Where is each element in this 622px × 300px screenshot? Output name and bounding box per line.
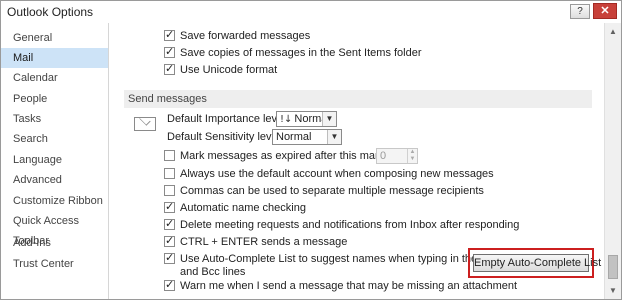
- sidebar-item-general[interactable]: General: [1, 28, 108, 48]
- sensitivity-label: Default Sensitivity level:: [167, 131, 284, 143]
- priority-icon: !↓: [280, 114, 293, 125]
- checkbox[interactable]: [164, 278, 175, 292]
- ctrl-enter-sends-option[interactable]: CTRL + ENTER sends a message: [164, 234, 348, 251]
- mail-options-panel: Save forwarded messages Save copies of m…: [114, 23, 604, 299]
- sensitivity-value: Normal: [276, 131, 312, 143]
- scrollbar-thumb[interactable]: [608, 255, 618, 279]
- help-button[interactable]: ?: [570, 4, 590, 19]
- option-label: CTRL + ENTER sends a message: [180, 236, 348, 248]
- delete-meeting-requests-option[interactable]: Delete meeting requests and notification…: [164, 217, 520, 234]
- outlook-options-window: Outlook Options ? ✕ General Mail Calenda…: [0, 0, 622, 300]
- scroll-down-icon[interactable]: ▼: [605, 282, 621, 299]
- sidebar-item-search[interactable]: Search: [1, 129, 108, 149]
- expire-days-spinner[interactable]: 0 ▲ ▼: [376, 148, 418, 164]
- checkbox[interactable]: [164, 28, 175, 42]
- scroll-up-icon[interactable]: ▲: [605, 23, 621, 40]
- option-label: Commas can be used to separate multiple …: [180, 185, 484, 197]
- checkbox[interactable]: [164, 185, 175, 196]
- save-sent-copies-option[interactable]: Save copies of messages in the Sent Item…: [164, 45, 422, 62]
- spinner-arrows-icon[interactable]: ▲ ▼: [407, 149, 417, 163]
- option-label: Use Auto-Complete List to suggest names …: [180, 253, 515, 265]
- default-account-option[interactable]: Always use the default account when comp…: [164, 167, 494, 183]
- sidebar-item-tasks[interactable]: Tasks: [1, 109, 108, 129]
- option-label: Automatic name checking: [180, 202, 306, 214]
- save-forwarded-option[interactable]: Save forwarded messages: [164, 28, 311, 45]
- empty-auto-complete-list-button[interactable]: Empty Auto-Complete List: [473, 254, 601, 272]
- importance-label: Default Importance level:: [167, 113, 289, 125]
- sidebar-item-people[interactable]: People: [1, 89, 108, 109]
- checkbox[interactable]: [164, 168, 175, 179]
- automatic-name-checking-option[interactable]: Automatic name checking: [164, 200, 306, 217]
- title-bar: Outlook Options ? ✕: [1, 1, 621, 23]
- sidebar-item-trust-center[interactable]: Trust Center: [1, 254, 108, 274]
- checkbox[interactable]: [164, 234, 175, 248]
- sidebar-item-customize-ribbon[interactable]: Customize Ribbon: [1, 191, 108, 211]
- close-button[interactable]: ✕: [593, 3, 617, 19]
- vertical-scrollbar[interactable]: ▲ ▼: [604, 23, 621, 299]
- window-title: Outlook Options: [7, 5, 94, 19]
- checkbox[interactable]: [164, 200, 175, 214]
- chevron-down-icon[interactable]: ▼: [327, 130, 341, 144]
- option-label: Delete meeting requests and notification…: [180, 219, 520, 231]
- option-label: Always use the default account when comp…: [180, 168, 494, 180]
- checkbox[interactable]: [164, 251, 175, 265]
- send-messages-header: Send messages: [124, 90, 592, 108]
- option-label: Warn me when I send a message that may b…: [180, 280, 518, 292]
- expire-days-value: 0: [380, 150, 387, 162]
- sensitivity-select[interactable]: Normal ▼: [272, 129, 342, 145]
- envelope-icon: [134, 117, 156, 131]
- checkbox[interactable]: [164, 45, 175, 59]
- option-label: Save copies of messages in the Sent Item…: [180, 47, 422, 59]
- warn-missing-attachment-option[interactable]: Warn me when I send a message that may b…: [164, 278, 518, 295]
- chevron-down-icon[interactable]: ▼: [322, 112, 336, 126]
- options-sidebar: General Mail Calendar People Tasks Searc…: [1, 23, 109, 299]
- checkbox[interactable]: [164, 62, 175, 76]
- highlight-box: Empty Auto-Complete List: [468, 248, 601, 278]
- checkbox[interactable]: [164, 217, 175, 231]
- importance-select[interactable]: !↓ Normal ▼: [276, 111, 337, 127]
- unicode-format-option[interactable]: Use Unicode format: [164, 62, 278, 79]
- sidebar-item-calendar[interactable]: Calendar: [1, 68, 108, 88]
- option-label: Use Unicode format: [180, 64, 278, 76]
- sidebar-item-language[interactable]: Language: [1, 150, 108, 170]
- sidebar-item-advanced[interactable]: Advanced: [1, 170, 108, 190]
- sidebar-item-mail[interactable]: Mail: [1, 48, 108, 68]
- checkbox[interactable]: [164, 150, 175, 161]
- option-label: Save forwarded messages: [180, 30, 311, 42]
- commas-separate-option[interactable]: Commas can be used to separate multiple …: [164, 184, 484, 200]
- sidebar-item-quick-access-toolbar[interactable]: Quick Access Toolbar: [1, 211, 108, 247]
- sidebar-item-add-ins[interactable]: Add-Ins: [1, 233, 108, 253]
